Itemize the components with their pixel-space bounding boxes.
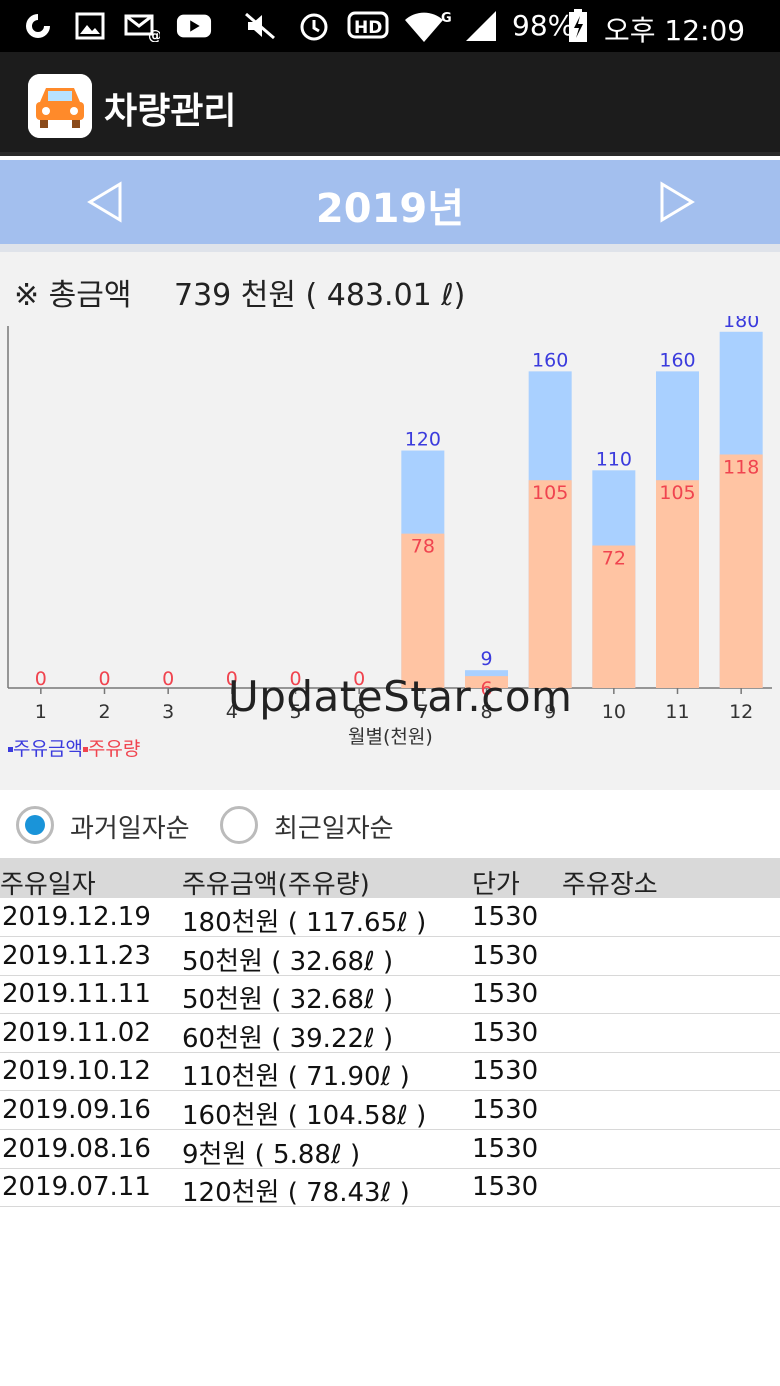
bar-volume-12 [719,454,763,688]
app-bar: 차량관리 [0,52,780,156]
cell-date: 2019.11.23 [2,940,151,971]
wifi-icon: G [402,8,454,44]
cell-unit-price: 1530 [472,902,539,932]
cell-date: 2019.11.02 [2,1017,151,1048]
sort-newest-radio[interactable] [220,806,258,844]
data-label-amount: 9 [480,648,492,670]
signal-icon [462,8,498,44]
cell-date: 2019.10.12 [2,1056,151,1087]
data-label-amount: 160 [532,349,568,371]
bar-volume-11 [656,480,699,688]
year-navigation: 2019년 [0,160,780,244]
data-label-volume: 72 [602,548,626,570]
monthly-chart: 1 0 2 0 3 0 4 0 5 0 6 0 7 120 78 8 9 6 9 160 105 10 110 72 11 160… [0,316,780,790]
column-header-date: 주유일자 [0,870,96,900]
network-type: G [441,11,452,26]
alarm-icon [296,8,332,44]
email-icon: @ [124,8,160,44]
next-year-button[interactable] [654,180,698,224]
table-row[interactable]: 2019.11.11 50천원 ( 32.68ℓ ) 1530 [0,975,780,1016]
x-tick-label: 12 [729,701,753,723]
cell-unit-price: 1530 [472,1172,539,1203]
hd-icon: HD [346,8,390,44]
column-header-unit-price: 단가 [472,870,520,900]
cell-amount: 110천원 ( 71.90ℓ ) [182,1062,410,1093]
triangle-right-icon [660,181,695,223]
cell-amount: 50천원 ( 32.68ℓ ) [182,946,394,977]
table-row[interactable]: 2019.08.16 9천원 ( 5.88ℓ ) 1530 [0,1130,780,1170]
sync-icon [20,8,56,44]
battery-percent: 98% [512,9,575,42]
cell-date: 2019.12.19 [2,902,151,932]
cell-amount: 180천원 ( 117.65ℓ ) [182,908,427,938]
cell-unit-price: 1530 [472,1056,539,1087]
x-tick-label: 2 [98,701,110,723]
legend-label-volume: 주유량 [87,738,141,760]
sort-newest-label[interactable]: 최근일자순 [274,808,394,845]
cell-amount: 50천원 ( 32.68ℓ ) [182,985,394,1016]
data-label-volume: 105 [532,482,568,504]
x-axis-label: 월별(천원) [348,726,433,748]
data-label-amount: 110 [596,448,632,470]
total-summary: ※ 총금액 739 천원 ( 483.01 ℓ) [0,252,780,316]
table-row[interactable]: 2019.10.12 110천원 ( 71.90ℓ ) 1530 [0,1052,780,1093]
bar-volume-9 [528,480,572,688]
youtube-icon [176,8,212,44]
cell-amount: 60천원 ( 39.22ℓ ) [182,1023,394,1054]
table-row[interactable]: 2019.12.19 180천원 ( 117.65ℓ ) 1530 [0,898,780,938]
cell-amount: 9천원 ( 5.88ℓ ) [182,1139,361,1170]
mute-icon [242,8,278,44]
app-title: 차량관리 [104,91,237,132]
sort-oldest-label[interactable]: 과거일자순 [70,808,190,845]
sort-oldest-radio[interactable] [16,806,54,844]
x-tick-label: 10 [602,701,626,723]
cell-amount: 120천원 ( 78.43ℓ ) [182,1178,410,1209]
sort-options: 과거일자순 최근일자순 [0,790,780,858]
data-label-volume: 0 [35,668,47,690]
table-row[interactable]: 2019.09.16 160천원 ( 104.58ℓ ) 1530 [0,1091,780,1131]
x-tick-label: 11 [665,701,689,723]
svg-text:@: @ [148,28,160,42]
cell-date: 2019.11.11 [2,979,151,1010]
table-header: 주유일자 주유금액(주유량) 단가 주유장소 [0,858,780,900]
data-label-volume: 105 [659,482,695,504]
data-label-amount: 180 [723,316,759,332]
chart-legend: 주유금액 주유량 [8,734,140,761]
cell-unit-price: 1530 [472,940,539,971]
data-label-amount: 120 [405,429,441,451]
cell-date: 2019.09.16 [2,1095,151,1125]
cell-amount: 160천원 ( 104.58ℓ ) [182,1101,427,1131]
cell-date: 2019.08.16 [2,1133,151,1164]
data-label-volume: 0 [98,668,110,690]
data-label-volume: 118 [723,456,759,478]
watermark: UpdateStar.com [228,672,573,721]
data-label-volume: 78 [411,536,435,558]
total-value: 739 천원 ( 483.01 ℓ) [174,278,466,313]
svg-text:HD: HD [354,18,382,38]
table-row[interactable]: 2019.07.11 120천원 ( 78.43ℓ ) 1530 [0,1168,780,1209]
data-label-volume: 0 [162,668,174,690]
table-row[interactable]: 2019.11.23 50천원 ( 32.68ℓ ) 1530 [0,937,780,977]
x-tick-label: 1 [35,701,47,723]
total-label: ※ 총금액 [14,278,132,313]
table-row[interactable]: 2019.11.02 60천원 ( 39.22ℓ ) 1530 [0,1014,780,1054]
column-header-location: 주유장소 [562,870,658,900]
status-bar: @ HD G 98% 오후 12:09 [0,0,780,52]
column-header-amount: 주유금액(주유량) [182,870,370,900]
cell-unit-price: 1530 [472,1017,539,1048]
data-label-amount: 160 [659,349,695,371]
x-tick-label: 3 [162,701,174,723]
car-icon [28,74,92,138]
gallery-icon [72,8,108,44]
cell-unit-price: 1530 [472,1133,539,1164]
cell-date: 2019.07.11 [2,1172,151,1203]
cell-unit-price: 1530 [472,1095,539,1125]
clock: 오후 12:09 [604,14,746,47]
divider [0,244,780,252]
cell-unit-price: 1530 [472,979,539,1010]
legend-label-amount: 주유금액 [13,738,83,760]
battery-icon [566,8,590,44]
